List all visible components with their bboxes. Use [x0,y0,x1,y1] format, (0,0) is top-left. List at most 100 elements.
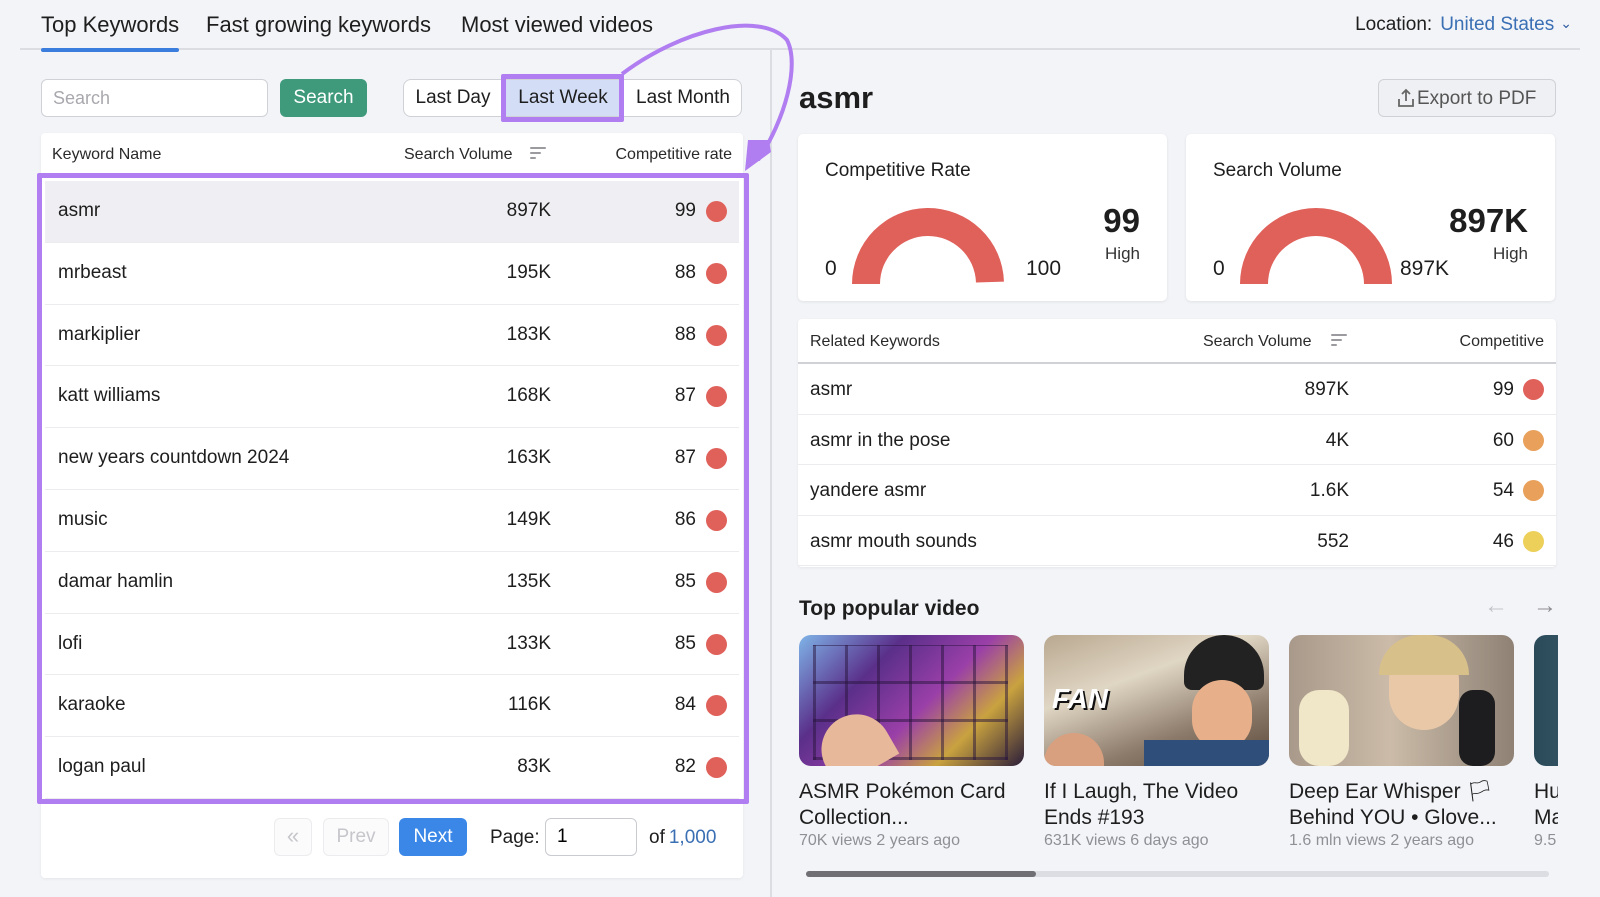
keyword-volume: 83K [517,756,551,778]
panel-divider [770,50,772,897]
video-thumbnail[interactable] [799,635,1024,766]
header-keyword-name[interactable]: Keyword Name [52,146,161,164]
table-row[interactable]: mrbeast 195K 88 [45,243,739,305]
table-row[interactable]: markiplier 183K 88 [45,305,739,367]
keywords-table: Keyword Name Search Volume Competitive r… [41,133,743,878]
video-card[interactable]: ASMR Pokémon Card Collection... 70K view… [799,635,1024,850]
arrow-right-icon[interactable]: → [1533,592,1557,620]
table-row[interactable]: damar hamlin 135K 85 [45,552,739,614]
export-pdf-label: Export to PDF [1417,88,1537,109]
rate-indicator-dot [706,201,727,222]
search-volume-title: Search Volume [1213,160,1342,181]
video-card[interactable]: Deep Ear Whisper 🏳 Behind YOU • Glove...… [1289,635,1514,850]
related-keyword-rate: 46 [1492,530,1514,552]
keyword-name: music [58,508,108,530]
related-keyword-row[interactable]: asmr mouth sounds 552 46 [798,516,1556,566]
header-search-volume[interactable]: Search Volume [404,146,513,164]
keyword-rate: 88 [674,323,696,345]
page-label: Page: [490,827,540,848]
keyword-name: mrbeast [58,261,127,283]
related-keywords-body: asmr 897K 99 asmr in the pose 4K 60 yandere as… [798,364,1556,566]
rate-indicator-dot [706,386,727,408]
keyword-volume: 116K [508,694,551,716]
video-title[interactable]: Hu Ma [1534,779,1558,831]
video-meta: 631K views 6 days ago [1044,832,1209,849]
tab-top-keywords[interactable]: Top Keywords [41,12,180,52]
sort-icon[interactable] [1331,334,1347,348]
keyword-rate: 84 [674,694,696,716]
keyword-volume: 195K [506,261,551,283]
prev-page-button[interactable]: Prev [323,818,389,856]
related-keywords-table: Related Keywords Search Volume Competiti… [798,319,1556,567]
search-volume-gauge [1240,208,1392,284]
tab-most-viewed-videos[interactable]: Most viewed videos [461,12,653,38]
video-thumbnail[interactable]: FAN [1044,635,1269,766]
table-row[interactable]: katt williams 168K 87 [45,366,739,429]
export-pdf-button[interactable]: Export to PDF [1378,79,1556,117]
header-competitive[interactable]: Competitive [1460,333,1544,351]
table-row[interactable]: asmr 897K 99 [45,181,739,243]
search-input[interactable] [41,79,268,117]
table-row[interactable]: music 149K 86 [45,490,739,552]
search-button[interactable]: Search [280,79,367,117]
location-value[interactable]: United States [1440,14,1554,35]
keyword-rate: 85 [674,632,696,654]
video-card[interactable]: Hu Ma 9.5 [1534,635,1558,850]
video-scrollbar[interactable] [806,871,1549,877]
rate-indicator-dot [706,509,727,531]
period-last-month[interactable]: Last Month [624,80,742,116]
location-selector[interactable]: Location: United States ⌄ [1355,14,1572,36]
video-thumbnail[interactable] [1289,635,1514,766]
related-keyword-name: asmr mouth sounds [810,530,977,552]
header-competitive-rate[interactable]: Competitive rate [616,146,733,164]
keyword-rate: 82 [674,756,696,778]
related-keyword-rate: 54 [1492,480,1514,501]
next-page-button[interactable]: Next [399,818,467,856]
first-page-button[interactable]: « [274,818,312,856]
table-row[interactable]: lofi 133K 85 [45,614,739,676]
related-keyword-row[interactable]: yandere asmr 1.6K 54 [798,465,1556,516]
keyword-name: new years countdown 2024 [58,447,290,469]
period-last-week[interactable]: Last Week [502,80,624,116]
related-keyword-row[interactable]: asmr 897K 99 [798,364,1556,415]
period-last-day[interactable]: Last Day [404,80,502,116]
keyword-name: katt williams [58,385,161,407]
keyword-name: markiplier [58,323,141,345]
table-row[interactable]: new years countdown 2024 163K 87 [45,428,739,490]
related-keyword-volume: 897K [1304,379,1349,400]
keyword-rate: 86 [674,508,696,530]
tab-fast-growing-keywords[interactable]: Fast growing keywords [206,12,431,38]
search-volume-level: High [1493,244,1528,263]
page-total: of 1,000 [649,827,716,849]
page-total-link[interactable]: 1,000 [669,827,717,848]
table-row[interactable]: karaoke 116K 84 [45,675,739,738]
keyword-rate: 87 [674,385,696,407]
chevron-down-icon[interactable]: ⌄ [1560,15,1572,32]
keyword-volume: 133K [506,632,551,654]
page-number-input[interactable] [545,818,637,856]
video-title[interactable]: Deep Ear Whisper 🏳 Behind YOU • Glove... [1289,779,1514,831]
table-row[interactable]: logan paul 83K 82 [45,737,739,799]
arrow-left-icon[interactable]: ← [1484,592,1508,620]
related-keyword-row[interactable]: asmr in the pose 4K 60 [798,415,1556,465]
video-title[interactable]: If I Laugh, The Video Ends #193 [1044,779,1269,831]
upload-icon [1398,88,1414,107]
keyword-volume: 135K [506,570,551,592]
rate-indicator-dot [706,262,727,284]
keyword-name: asmr [58,200,101,221]
search-volume-card: Search Volume 0 897K 897K High [1186,134,1555,301]
gauge-max-label: 100 [1026,257,1062,280]
video-thumbnail[interactable] [1534,635,1558,766]
scrollbar-thumb[interactable] [806,871,1037,877]
keyword-volume: 897K [506,200,551,221]
keyword-volume: 183K [506,323,551,345]
header-related-keywords[interactable]: Related Keywords [810,333,940,351]
sort-icon[interactable] [530,147,546,161]
video-title[interactable]: ASMR Pokémon Card Collection... [799,779,1024,831]
rate-indicator-dot [706,633,727,655]
keyword-volume: 168K [506,385,551,407]
video-card[interactable]: FAN If I Laugh, The Video Ends #193 631K… [1044,635,1269,850]
header-search-volume[interactable]: Search Volume [1203,333,1312,351]
arrow-head-icon [745,140,771,171]
keyword-rate: 85 [674,570,696,592]
